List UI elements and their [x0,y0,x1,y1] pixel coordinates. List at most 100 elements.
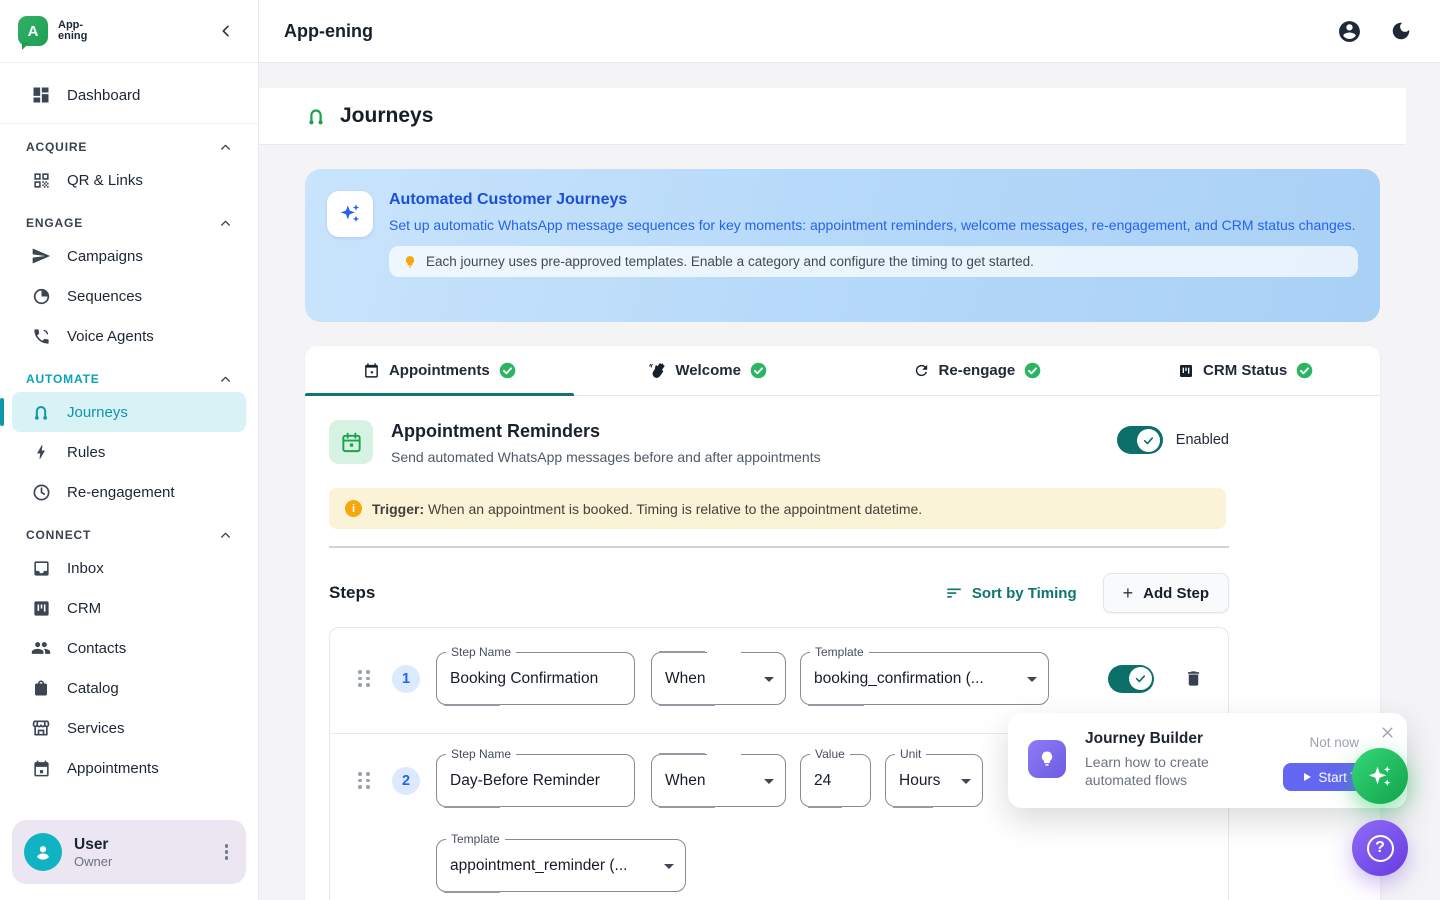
sidebar-item-label: Services [67,720,125,737]
people-icon [30,637,52,659]
sidebar: A App-ening Dashboard ACQUIRE QR & Links… [0,0,259,900]
topbar: App-ening [259,0,1440,63]
sidebar-item-rules[interactable]: Rules [12,432,246,472]
check-badge-icon [1024,362,1041,379]
toggle-check-icon [1129,667,1152,690]
moon-icon [1390,20,1412,42]
journeys-card: Appointments Welcome Re-engage [305,346,1380,900]
sidebar-item-crm[interactable]: CRM [12,588,246,628]
journey-title: Appointment Reminders [391,421,821,442]
sidebar-footer: User Owner [0,812,258,900]
sequence-icon [30,285,52,307]
template-select[interactable]: Template appointment_reminder (... [436,839,686,892]
close-icon[interactable] [1380,725,1395,740]
section-header-acquire[interactable]: ACQUIRE [26,140,232,154]
account-button[interactable] [1337,19,1362,44]
account-circle-icon [1337,19,1362,44]
step-name-input[interactable]: Step Name Booking Confirmation [436,652,635,705]
inbox-icon [30,557,52,579]
template-select[interactable]: Template booking_confirmation (... [800,652,1049,705]
unit-select[interactable]: Unit Hours [885,754,983,807]
tab-re-engage[interactable]: Re-engage [843,346,1112,395]
journey-enabled-toggle[interactable] [1117,426,1163,454]
kanban-icon [30,597,52,619]
help-fab[interactable]: ? [1352,820,1408,876]
not-now-button[interactable]: Not now [1309,735,1359,750]
section-header-connect[interactable]: CONNECT [26,528,232,542]
journeys-route-icon [305,105,327,127]
user-avatar [24,833,62,871]
sidebar-item-label: Dashboard [67,87,140,104]
sidebar-item-label: Contacts [67,640,126,657]
play-icon [1304,773,1311,781]
clock-icon [30,481,52,503]
step-number-badge: 2 [392,767,420,795]
tab-welcome[interactable]: Welcome [574,346,843,395]
section-header-automate[interactable]: AUTOMATE [26,372,232,386]
lightbulb-icon [1028,740,1066,778]
calendar-icon [363,362,380,379]
sparkles-icon [327,191,373,237]
chevron-left-icon [218,23,234,39]
journey-body: Appointment Reminders Send automated Wha… [305,396,1229,900]
dark-mode-toggle[interactable] [1390,20,1412,42]
sidebar-collapse-button[interactable] [212,17,240,45]
sidebar-item-journeys[interactable]: Journeys [12,392,246,432]
steps-header: Steps Sort by Timing + Add Step [329,573,1229,613]
calendar-icon [30,757,52,779]
when-select[interactable]: When [651,652,786,705]
bolt-icon [30,441,52,463]
sidebar-item-dashboard[interactable]: Dashboard [12,75,246,115]
sidebar-item-catalog[interactable]: Catalog [12,668,246,708]
section-divider [329,546,1229,548]
sidebar-item-campaigns[interactable]: Campaigns [12,236,246,276]
sidebar-item-sequences[interactable]: Sequences [12,276,246,316]
sort-by-timing-button[interactable]: Sort by Timing [945,584,1077,602]
sidebar-item-re-engagement[interactable]: Re-engagement [12,472,246,512]
sidebar-item-voice-agents[interactable]: Voice Agents [12,316,246,356]
drag-handle-icon[interactable] [358,772,370,789]
step-enabled-toggle[interactable] [1108,665,1154,693]
sidebar-item-contacts[interactable]: Contacts [12,628,246,668]
question-mark-icon: ? [1367,835,1394,862]
sidebar-item-appointments[interactable]: Appointments [12,748,246,788]
value-input[interactable]: Value 24 [800,754,871,807]
brand-logo-icon: A [18,16,48,46]
trash-icon [1184,669,1203,688]
hero-note: Each journey uses pre-approved templates… [389,246,1358,277]
sidebar-item-qr-links[interactable]: QR & Links [12,160,246,200]
shopping-bag-icon [30,677,52,699]
sidebar-nav: Dashboard ACQUIRE QR & Links ENGAGE Camp… [0,63,258,788]
journey-header: Appointment Reminders Send automated Wha… [329,420,1229,465]
section-header-engage[interactable]: ENGAGE [26,216,232,230]
kanban-icon [1178,363,1194,379]
when-select[interactable]: When [651,754,786,807]
enabled-label: Enabled [1176,432,1229,448]
sidebar-item-inbox[interactable]: Inbox [12,548,246,588]
step-name-input[interactable]: Step Name Day-Before Reminder [436,754,635,807]
chevron-up-icon [219,217,232,230]
ai-assistant-fab[interactable] [1352,748,1408,804]
lightbulb-icon [403,255,417,269]
check-badge-icon [1296,362,1313,379]
sidebar-item-label: CRM [67,600,101,617]
sidebar-item-label: Inbox [67,560,104,577]
toast-text: automated flows [1085,772,1187,788]
user-name: User [74,836,112,854]
sidebar-item-services[interactable]: Services [12,708,246,748]
tab-appointments[interactable]: Appointments [305,346,574,395]
user-menu-button[interactable] [219,838,235,866]
route-icon [30,401,52,423]
sparkles-icon [1365,761,1395,791]
drag-handle-icon[interactable] [358,670,370,687]
sidebar-item-label: Re-engagement [67,484,175,501]
add-step-button[interactable]: + Add Step [1103,573,1229,613]
hero-banner: Automated Customer Journeys Set up autom… [305,169,1380,322]
hero-description: Set up automatic WhatsApp message sequen… [389,215,1358,236]
chevron-up-icon [219,373,232,386]
tab-crm-status[interactable]: CRM Status [1111,346,1380,395]
sidebar-header: A App-ening [0,0,258,63]
hero-title: Automated Customer Journeys [389,191,1358,209]
user-card[interactable]: User Owner [12,820,246,884]
delete-step-button[interactable] [1184,669,1203,688]
